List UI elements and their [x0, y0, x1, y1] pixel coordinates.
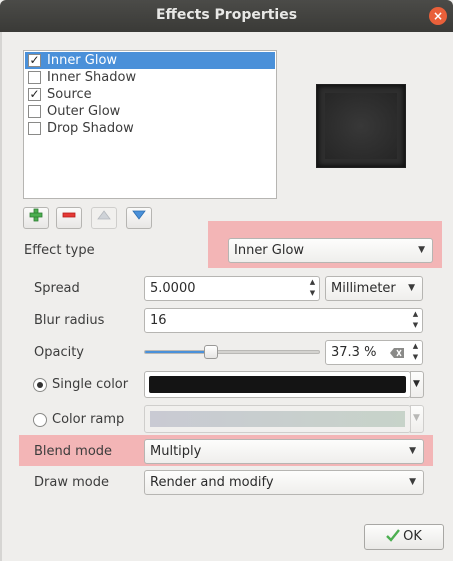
draw-mode-value: Render and modify	[150, 475, 274, 490]
blend-mode-combo[interactable]: Multiply ▼	[144, 439, 424, 464]
move-down-button[interactable]	[126, 207, 152, 229]
stepper-down-icon[interactable]: ▼	[409, 352, 422, 363]
effect-type-label: Effect type	[24, 243, 95, 258]
stepper-up-icon[interactable]: ▲	[409, 341, 422, 352]
effect-item-inner-glow[interactable]: ✓ Inner Glow	[25, 52, 275, 69]
spread-label: Spread	[34, 281, 80, 296]
single-color-radio[interactable]	[33, 378, 47, 392]
checkmark-icon	[386, 529, 401, 542]
effect-item-outer-glow[interactable]: Outer Glow	[25, 103, 275, 120]
arrow-down-icon	[132, 210, 146, 220]
effect-preview	[316, 84, 406, 168]
chevron-down-icon: ▼	[409, 446, 416, 456]
title-bar[interactable]: Effects Properties ×	[0, 0, 453, 32]
add-effect-button[interactable]	[23, 207, 49, 229]
close-icon: ×	[432, 9, 444, 23]
effect-checkbox[interactable]	[28, 122, 41, 135]
spread-value: 5.0000	[150, 281, 196, 296]
color-ramp-dropdown[interactable]: ▼	[410, 405, 424, 433]
stepper-down-icon[interactable]: ▼	[306, 288, 319, 299]
effect-checkbox[interactable]	[28, 105, 41, 118]
blur-radius-input[interactable]: 16	[144, 308, 410, 333]
stepper-up-icon[interactable]: ▲	[306, 277, 319, 288]
spread-unit-combo[interactable]: Millimeter ▼	[325, 276, 423, 301]
effects-properties-dialog: Effects Properties × ✓ Inner Glow Inner …	[0, 0, 453, 561]
blur-radius-stepper[interactable]: ▲ ▼	[409, 308, 423, 333]
single-color-label: Single color	[52, 377, 129, 392]
effect-label: Outer Glow	[47, 104, 121, 119]
draw-mode-combo[interactable]: Render and modify ▼	[144, 470, 424, 495]
color-ramp-radio[interactable]	[33, 413, 47, 427]
blend-mode-value: Multiply	[150, 444, 202, 459]
effect-label: Inner Glow	[47, 53, 118, 68]
chevron-down-icon: ▼	[409, 477, 416, 487]
preview-symbol	[325, 93, 397, 159]
effect-type-combo[interactable]: Inner Glow ▼	[228, 238, 433, 263]
effect-list[interactable]: ✓ Inner Glow Inner Shadow ✓ Source Outer…	[23, 50, 277, 199]
effect-item-drop-shadow[interactable]: Drop Shadow	[25, 120, 275, 137]
effect-checkbox[interactable]	[28, 71, 41, 84]
opacity-input[interactable]: 37.3 %	[325, 340, 410, 365]
blend-mode-label: Blend mode	[34, 444, 113, 459]
effect-label: Drop Shadow	[47, 121, 134, 136]
arrow-up-icon	[97, 210, 111, 220]
check-icon: ✓	[29, 87, 40, 101]
effect-item-source[interactable]: ✓ Source	[25, 86, 275, 103]
opacity-slider[interactable]	[144, 350, 320, 354]
chevron-down-icon: ▼	[408, 283, 415, 293]
color-ramp-preview	[150, 411, 405, 427]
spread-stepper[interactable]: ▲ ▼	[306, 276, 320, 301]
chevron-down-icon: ▼	[418, 245, 425, 255]
window-edge	[0, 32, 2, 561]
effect-item-inner-shadow[interactable]: Inner Shadow	[25, 69, 275, 86]
blur-radius-value: 16	[150, 313, 167, 328]
opacity-stepper[interactable]: ▲ ▼	[409, 340, 423, 365]
remove-effect-button[interactable]	[56, 207, 82, 229]
effect-label: Inner Shadow	[47, 70, 137, 85]
single-color-button[interactable]	[144, 371, 411, 398]
opacity-value: 37.3 %	[331, 345, 377, 360]
blur-radius-label: Blur radius	[34, 313, 105, 328]
window-title: Effects Properties	[155, 7, 298, 23]
opacity-slider-fill	[145, 351, 213, 353]
single-color-dropdown[interactable]: ▼	[410, 371, 424, 398]
effect-checkbox[interactable]: ✓	[28, 54, 41, 67]
minus-icon	[62, 212, 76, 218]
plus-icon	[29, 208, 43, 222]
stepper-down-icon[interactable]: ▼	[409, 320, 422, 331]
chevron-down-icon: ▼	[413, 379, 420, 389]
color-ramp-label: Color ramp	[52, 412, 125, 427]
color-ramp-button[interactable]	[144, 405, 411, 433]
radio-selected-dot	[37, 382, 43, 388]
effect-checkbox[interactable]: ✓	[28, 88, 41, 101]
ok-label: OK	[403, 529, 422, 544]
spread-input[interactable]: 5.0000	[144, 276, 307, 301]
single-color-preview	[149, 376, 406, 393]
chevron-down-icon: ▼	[413, 413, 420, 423]
spread-unit-value: Millimeter	[331, 281, 396, 296]
close-button[interactable]: ×	[429, 7, 447, 25]
opacity-slider-handle[interactable]	[204, 345, 219, 359]
effect-type-value: Inner Glow	[234, 243, 305, 258]
check-icon: ✓	[29, 53, 40, 67]
move-up-button[interactable]	[91, 207, 117, 229]
opacity-label: Opacity	[34, 345, 85, 360]
clear-icon[interactable]	[390, 348, 404, 358]
effect-label: Source	[47, 87, 92, 102]
draw-mode-label: Draw mode	[34, 475, 109, 490]
ok-button[interactable]: OK	[364, 524, 444, 550]
stepper-up-icon[interactable]: ▲	[409, 309, 422, 320]
